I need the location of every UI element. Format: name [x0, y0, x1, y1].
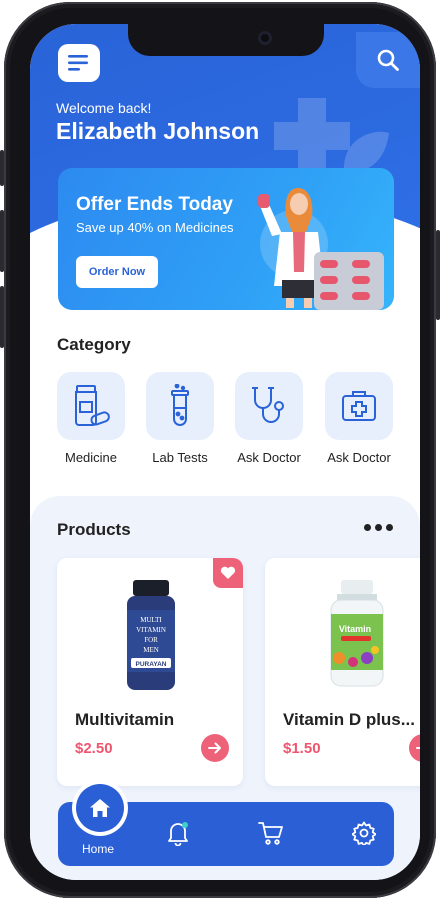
tab-cart[interactable] — [258, 820, 284, 846]
cart-icon — [258, 822, 283, 845]
stethoscope-icon — [252, 387, 284, 423]
view-product-button[interactable] — [201, 734, 229, 762]
category-box — [57, 372, 125, 440]
product-card-vitamin-d[interactable]: Vitamin Vitamin D plus... $1.50 — [265, 558, 420, 786]
bottle-label-line: MEN — [143, 646, 159, 654]
product-card-multivitamin[interactable]: MULTI VITAMIN FOR MEN PURAYAN Multivitam… — [57, 558, 243, 786]
dot — [386, 524, 393, 531]
category-medicine[interactable]: Medicine — [56, 372, 126, 465]
camera-icon — [258, 31, 272, 45]
search-icon — [377, 49, 399, 71]
product-name: Vitamin D plus... — [283, 710, 415, 729]
category-title: Category — [57, 335, 131, 354]
arrow-right-icon — [208, 742, 221, 754]
banner-title: Offer Ends Today — [76, 194, 233, 215]
product-price: $1.50 — [283, 740, 321, 757]
medical-kit-icon — [342, 391, 376, 421]
category-box — [325, 372, 393, 440]
bottle-brand: PURAYAN — [136, 661, 167, 668]
banner-subtitle: Save up 40% on Medicines — [76, 220, 234, 235]
multivitamin-bottle-image: MULTI VITAMIN FOR MEN PURAYAN — [127, 580, 175, 690]
bell-icon — [168, 822, 188, 846]
home-icon — [90, 799, 110, 817]
category-lab-tests[interactable]: Lab Tests — [145, 372, 215, 465]
welcome-text: Welcome back! — [56, 100, 152, 116]
user-name: Elizabeth Johnson — [56, 118, 260, 144]
power-button — [436, 230, 440, 320]
favorite-button[interactable] — [213, 558, 243, 588]
doctor-illustration — [258, 188, 384, 310]
app-screen: Welcome back! Elizabeth Johnson Offer En… — [30, 24, 420, 880]
category-label: Ask Doctor — [327, 450, 391, 465]
phone-notch — [128, 24, 324, 56]
heart-icon — [220, 566, 236, 579]
bottle-label-line: VITAMIN — [136, 626, 166, 634]
offer-banner[interactable]: Offer Ends Today Save up 40% on Medicine… — [58, 168, 394, 310]
menu-icon — [68, 55, 88, 71]
arrow-right-icon — [416, 747, 420, 749]
product-name: Multivitamin — [75, 710, 175, 729]
tab-notifications[interactable] — [165, 820, 191, 846]
dot — [364, 524, 371, 531]
medicine-bottle-icon — [75, 385, 110, 426]
category-box — [235, 372, 303, 440]
bottle-label: Vitamin — [339, 624, 371, 634]
dot — [375, 524, 382, 531]
products-title: Products — [57, 520, 131, 539]
search-button[interactable] — [356, 32, 420, 88]
category-label: Ask Doctor — [237, 450, 301, 465]
order-now-button[interactable]: Order Now — [76, 256, 158, 288]
menu-button[interactable] — [58, 44, 100, 82]
tab-home-label: Home — [82, 842, 115, 856]
gear-icon — [352, 821, 376, 845]
vitamin-d-bottle-image: Vitamin — [330, 580, 384, 687]
category-label: Medicine — [64, 450, 118, 465]
category-ask-doctor-2[interactable]: Ask Doctor — [324, 372, 394, 465]
product-price: $2.50 — [75, 740, 113, 757]
tab-settings[interactable] — [351, 820, 377, 846]
test-tube-icon — [171, 384, 189, 426]
category-label: Lab Tests — [152, 450, 208, 465]
more-options-button[interactable] — [364, 524, 393, 531]
category-box — [146, 372, 214, 440]
tab-home[interactable] — [76, 784, 124, 832]
bottle-label-line: MULTI — [140, 616, 162, 624]
view-product-button[interactable] — [409, 734, 420, 762]
phone-frame: Welcome back! Elizabeth Johnson Offer En… — [4, 2, 436, 898]
category-ask-doctor[interactable]: Ask Doctor — [234, 372, 304, 465]
bottle-label-line: FOR — [144, 636, 158, 644]
